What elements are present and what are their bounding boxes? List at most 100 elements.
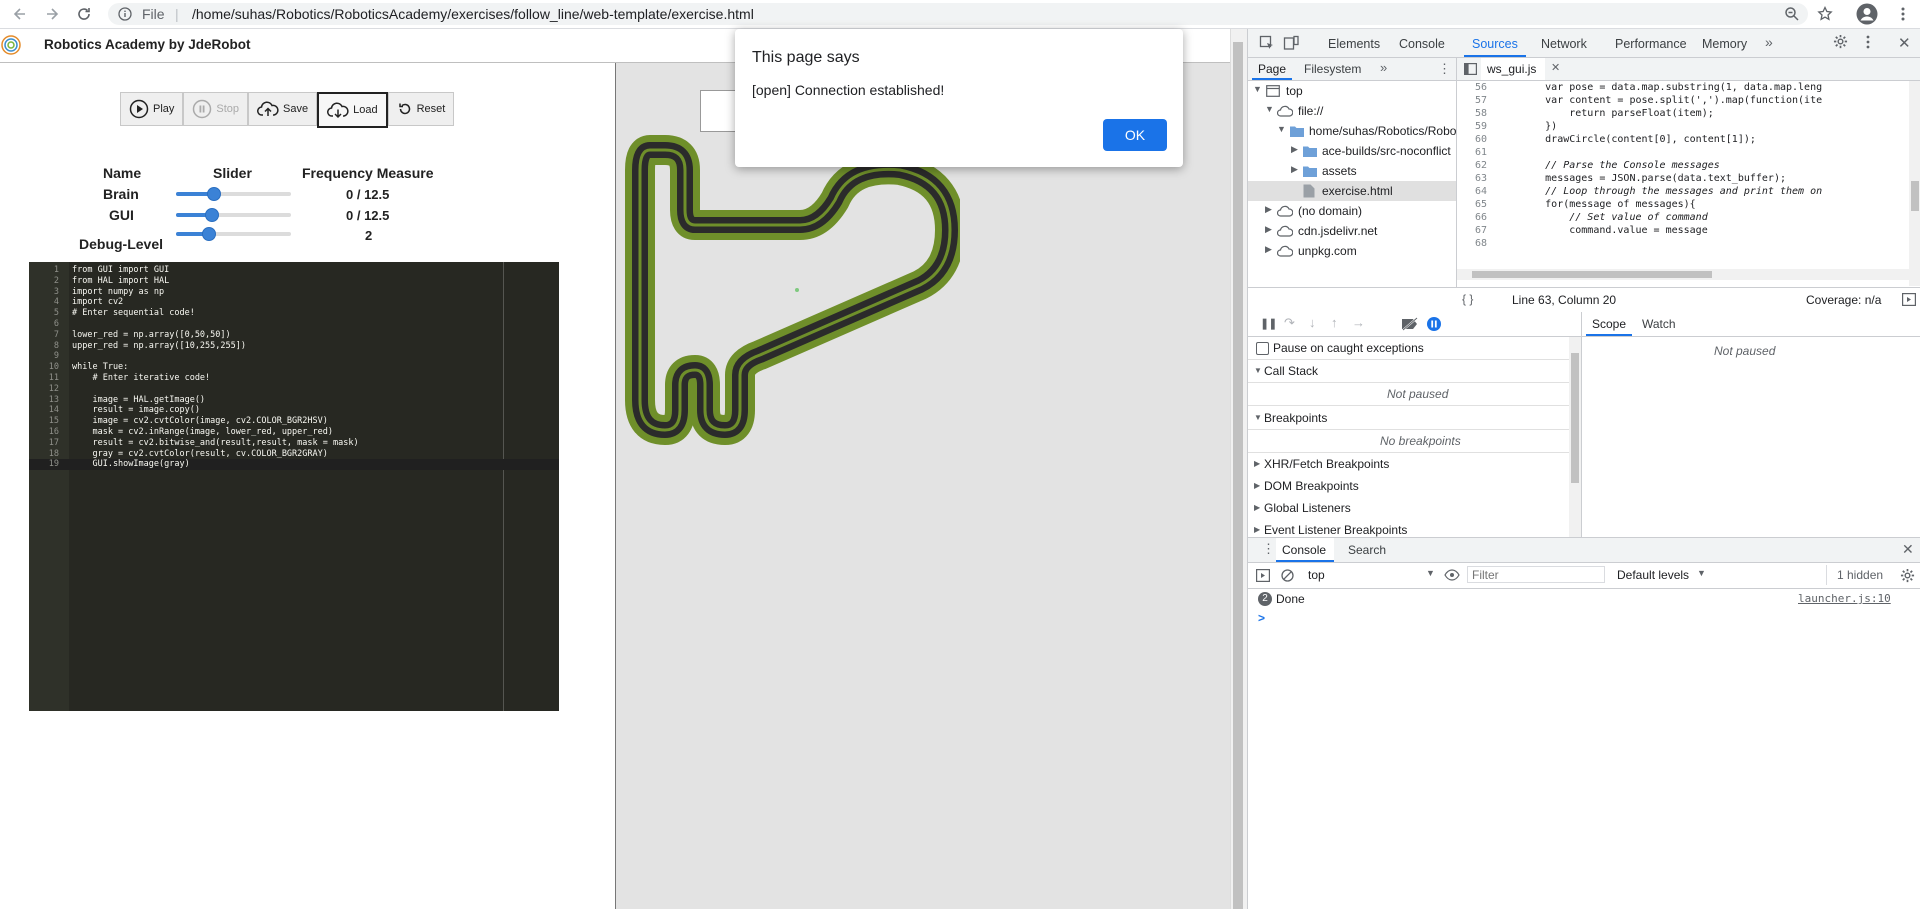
pause-icon[interactable]: ❚❚ (1260, 317, 1277, 330)
source-line[interactable]: 60 drawCircle(content[0], content[1]); (1457, 133, 1887, 146)
page-scrollbar-thumb[interactable] (1233, 42, 1243, 909)
editor-line[interactable]: 15 image = cv2.cvtColor(image, cv2.COLOR… (29, 416, 559, 427)
editor-line[interactable]: 10 while True: (29, 362, 559, 373)
editor-line[interactable]: 13 image = HAL.getImage() (29, 395, 559, 406)
editor-line[interactable]: 2 from HAL import HAL (29, 276, 559, 287)
console-sidebar-icon[interactable] (1256, 569, 1270, 582)
editor-line[interactable]: 3 import numpy as np (29, 287, 559, 298)
breakpoints-header[interactable]: ▼ Breakpoints (1248, 407, 1581, 430)
event-listener-breakpoints-header[interactable]: ▶ Event Listener Breakpoints (1248, 519, 1581, 538)
devtools-tab-performance[interactable]: Performance (1615, 37, 1687, 51)
editor-line[interactable]: 4 import cv2 (29, 297, 559, 308)
toggle-navigator-icon[interactable] (1464, 63, 1477, 75)
dom-breakpoints-header[interactable]: ▶ DOM Breakpoints (1248, 475, 1581, 498)
editor-line[interactable]: 9 (29, 351, 559, 362)
drawer-tab-search[interactable]: Search (1348, 543, 1386, 557)
step-into-icon[interactable]: ↓ (1309, 315, 1316, 330)
navigator-more-icon[interactable]: » (1380, 60, 1387, 75)
save-button[interactable]: Save (248, 92, 318, 126)
devtools-menu-icon[interactable] (1866, 35, 1870, 49)
pause-on-exceptions-icon[interactable] (1426, 316, 1442, 332)
console-message-source-link[interactable]: launcher.js:10 (1798, 592, 1891, 605)
source-scrollbar[interactable] (1909, 81, 1920, 286)
editor-line[interactable]: 18 gray = cv2.cvtColor(result, cv.COLOR_… (29, 449, 559, 460)
pause-caught-checkbox[interactable] (1256, 342, 1269, 355)
source-line[interactable]: 57 var content = pose.split(',').map(fun… (1457, 94, 1887, 107)
code-editor[interactable]: 1 from GUI import GUI 2 from HAL import HAL… (29, 262, 559, 711)
format-icon[interactable]: { } (1462, 292, 1473, 306)
more-tabs-icon[interactable]: » (1765, 34, 1773, 50)
close-tab-icon[interactable]: ✕ (1551, 61, 1560, 74)
source-line[interactable]: 66 // Set value of command (1457, 211, 1887, 224)
source-line[interactable]: 58 return parseFloat(item); (1457, 107, 1887, 120)
editor-line[interactable]: 11 # Enter iterative code! (29, 373, 559, 384)
devtools-tab-network[interactable]: Network (1541, 37, 1587, 51)
source-line[interactable]: 64 // Loop through the messages and prin… (1457, 185, 1887, 198)
console-settings-gear-icon[interactable] (1900, 568, 1915, 583)
context-select[interactable]: top ▼ (1306, 565, 1438, 585)
global-listeners-header[interactable]: ▶ Global Listeners (1248, 497, 1581, 520)
drawer-tab-console[interactable]: Console (1276, 538, 1334, 562)
editor-line[interactable]: 6 (29, 319, 559, 330)
source-line[interactable]: 63 messages = JSON.parse(data.text_buffe… (1457, 172, 1887, 185)
debugger-scrollbar[interactable] (1569, 337, 1581, 537)
navigator-menu-icon[interactable]: ⋮ (1438, 61, 1451, 77)
back-icon[interactable] (10, 4, 30, 24)
source-hscrollbar[interactable] (1457, 269, 1909, 280)
call-stack-header[interactable]: ▼ Call Stack (1248, 360, 1581, 383)
editor-line[interactable]: 7 lower_red = np.array([0,50,50]) (29, 330, 559, 341)
devtools-tab-sources[interactable]: Sources (1472, 37, 1518, 51)
step-icon[interactable]: → (1352, 315, 1365, 330)
reload-icon[interactable] (74, 4, 94, 24)
editor-line[interactable]: 8 upper_red = np.array([10,255,255]) (29, 341, 559, 352)
editor-line[interactable]: 16 mask = cv2.inRange(image, lower_red, … (29, 427, 559, 438)
devtools-tab-memory[interactable]: Memory (1702, 37, 1747, 51)
eye-icon[interactable] (1444, 569, 1460, 581)
inspect-element-icon[interactable] (1259, 35, 1275, 51)
watch-tab[interactable]: Watch (1642, 317, 1676, 331)
dialog-ok-button[interactable]: OK (1103, 119, 1167, 151)
toggle-debugger-icon[interactable] (1902, 293, 1916, 306)
step-out-icon[interactable]: ↑ (1331, 315, 1338, 330)
editor-line[interactable]: 12 (29, 384, 559, 395)
close-drawer-icon[interactable]: ✕ (1902, 541, 1914, 558)
editor-line[interactable]: 5 # Enter sequential code! (29, 308, 559, 319)
step-over-icon[interactable]: ↷ (1284, 315, 1295, 331)
settings-gear-icon[interactable] (1833, 34, 1848, 49)
source-code-view[interactable]: 56 var pose = data.map.substring(1, data… (1457, 81, 1909, 286)
reset-button[interactable]: Reset (387, 92, 455, 126)
forward-icon[interactable] (42, 4, 62, 24)
scope-tab[interactable]: Scope (1592, 317, 1626, 331)
console-prompt-row[interactable]: > (1248, 609, 1920, 629)
source-line[interactable]: 62 // Parse the Console messages (1457, 159, 1887, 172)
info-icon[interactable] (118, 7, 132, 21)
clear-console-icon[interactable] (1281, 569, 1294, 582)
source-line[interactable]: 68 (1457, 237, 1887, 250)
source-line[interactable]: 56 var pose = data.map.substring(1, data… (1457, 81, 1887, 94)
source-line[interactable]: 65 for(message of messages){ (1457, 198, 1887, 211)
profile-avatar-icon[interactable] (1855, 2, 1879, 26)
console-filter-input[interactable] (1467, 566, 1605, 583)
source-line[interactable]: 61 (1457, 146, 1887, 159)
log-levels-select[interactable]: Default levels ▼ (1615, 565, 1715, 585)
url-text[interactable]: /home/suhas/Robotics/RoboticsAcademy/exe… (192, 6, 754, 22)
zoom-icon[interactable] (1782, 4, 1802, 24)
stop-button[interactable]: Stop (183, 92, 249, 126)
address-bar[interactable]: File | /home/suhas/Robotics/RoboticsAcad… (108, 3, 1808, 25)
source-line[interactable]: 59 }) (1457, 120, 1887, 133)
source-tab-ws-gui[interactable]: ws_gui.js ✕ (1481, 58, 1560, 80)
source-line[interactable]: 67 command.value = message (1457, 224, 1887, 237)
editor-line[interactable]: 1 from GUI import GUI (29, 265, 559, 276)
close-devtools-icon[interactable]: ✕ (1898, 34, 1911, 52)
navigator-tab-page[interactable]: Page (1258, 62, 1286, 76)
device-toolbar-icon[interactable] (1283, 35, 1299, 51)
editor-line[interactable]: 19 GUI.showImage(gray) (29, 459, 559, 471)
play-button[interactable]: Play (120, 92, 184, 126)
editor-line[interactable]: 17 result = cv2.bitwise_and(result,resul… (29, 438, 559, 449)
bookmark-star-icon[interactable] (1815, 4, 1835, 24)
menu-kebab-icon[interactable] (1893, 4, 1913, 24)
drawer-menu-icon[interactable]: ⋮ (1262, 541, 1275, 557)
deactivate-breakpoints-icon[interactable] (1401, 317, 1419, 331)
tree-node-exercise-html[interactable]: exercise.html (1248, 181, 1456, 201)
navigator-tab-filesystem[interactable]: Filesystem (1304, 62, 1361, 76)
